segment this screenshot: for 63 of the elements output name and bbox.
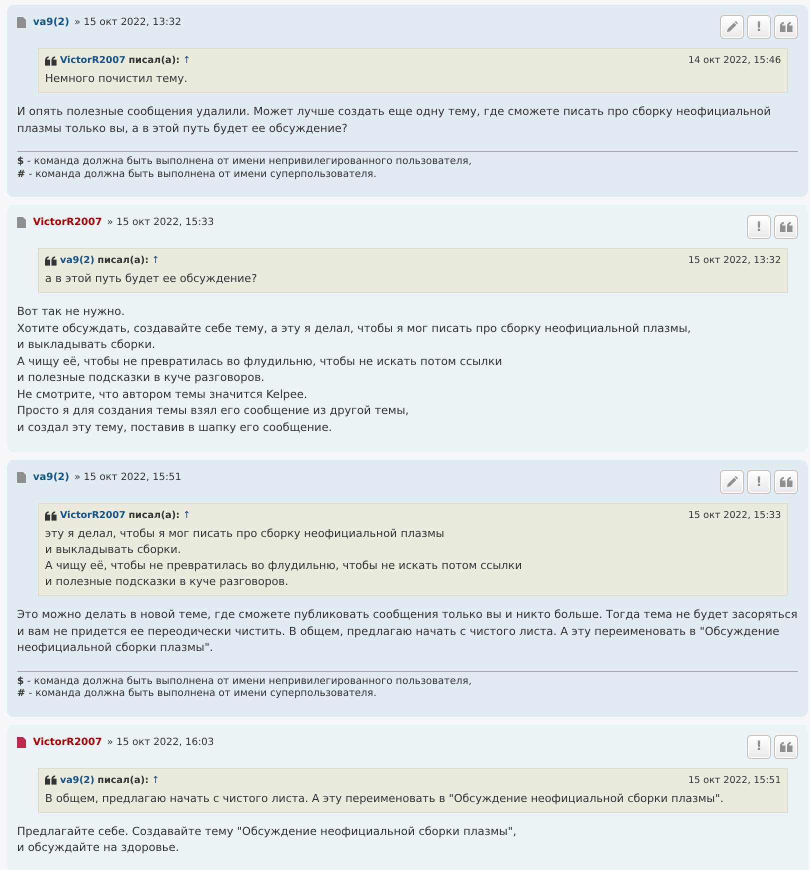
quote-text: эту я делал, чтобы я мог писать про сборку неофициальной плазмы — [45, 526, 446, 542]
quoted-author-link[interactable]: VictorR2007 — [60, 510, 126, 521]
post-date: » 15 окт 2022, 16:03 — [107, 736, 214, 748]
author-link[interactable]: VictorR2007 — [33, 217, 102, 228]
post-text: И опять полезные сообщения удалили. Может лучше создать еще одну тему, где сможете писать про сборку неофициальной плазмы только вы, а в этой путь будет ее обсуждение? — [17, 104, 772, 136]
quote-date: 14 окт 2022, 15:46 — [688, 55, 781, 66]
post-text: А чищу её, чтобы не превратилась во флудильню, чтобы не искать потом ссылки — [17, 354, 504, 370]
author-link[interactable]: va9(2) — [33, 472, 70, 483]
pencil-icon — [726, 21, 738, 33]
signature-text: $ - команда должна быть выполнена от имени непривилегированного пользователя, — [17, 156, 473, 168]
quote-label: писал(а): — [128, 55, 180, 66]
jump-link[interactable]: ↑ — [152, 774, 160, 786]
signature-text: # - команда должна быть выполнена от имени суперпользователя. — [17, 688, 378, 700]
quote-icon — [780, 22, 792, 32]
quote-text: а в этой путь будет ее обсуждение? — [45, 271, 258, 287]
quote-icon — [780, 742, 792, 752]
post-text: и обсуждайте на здоровье. — [17, 840, 180, 856]
signature-text: # - команда должна быть выполнена от имени суперпользователя. — [17, 168, 378, 181]
quote-label: писал(а): — [98, 255, 149, 266]
quote-icon — [45, 510, 57, 520]
quoted-author-link[interactable]: VictorR2007 — [60, 55, 126, 66]
quote-date: 15 окт 2022, 15:33 — [688, 510, 781, 521]
post-text: Предлагайте себе. Создавайте тему "Обсуждение неофициальной сборки плазмы", — [17, 824, 518, 840]
quoted-author-link[interactable]: va9(2) — [60, 255, 95, 266]
quoted-author-link[interactable]: va9(2) — [60, 774, 95, 786]
post-date: » 15 окт 2022, 13:32 — [74, 17, 182, 28]
quote-icon — [45, 775, 57, 785]
quote-button[interactable] — [774, 734, 798, 758]
post-text: Просто я для создания темы взял его сообщение из другой темы, — [17, 403, 410, 419]
post-text: Это можно делать в новой теме, где сможете публиковать сообщения только вы и никто больше. Тогда тема не будет засоряться и вам не придется ее переодически чистить. В общем, предлагаю начать с чистого листа. А эту переименовать в "Обсуждение неофициальной сборки плазмы". — [17, 607, 798, 656]
quote-button[interactable] — [774, 215, 798, 239]
quote-icon — [45, 56, 57, 66]
quote-button[interactable] — [774, 470, 798, 494]
quote-button[interactable] — [774, 15, 798, 39]
edit-button[interactable] — [720, 15, 744, 39]
quote-icon — [780, 222, 792, 232]
post-text: Вот так не нужно. — [17, 304, 126, 320]
jump-link[interactable]: ↑ — [182, 510, 191, 521]
quote-icon — [780, 477, 792, 487]
quote-text: и полезные подсказки в куче разговоров. — [45, 574, 290, 590]
post-date: » 15 окт 2022, 15:33 — [107, 217, 214, 228]
quote-text: А чищу её, чтобы не превратилась во флудильню, чтобы не искать потом ссылки — [45, 558, 523, 574]
quote-date: 15 окт 2022, 15:51 — [688, 774, 781, 786]
post-text: Не смотрите, что автором темы значится Kelpee. — [17, 386, 308, 402]
quote-label: писал(а): — [98, 774, 149, 786]
quote-label: писал(а): — [128, 510, 180, 521]
pencil-icon — [726, 476, 738, 488]
post-date: » 15 окт 2022, 15:51 — [74, 472, 182, 483]
author-link[interactable]: VictorR2007 — [33, 736, 102, 748]
signature-text: $ - команда должна быть выполнена от имени непривилегированного пользователя, — [17, 676, 473, 688]
author-link[interactable]: va9(2) — [33, 17, 70, 28]
quote-text: и выкладывать сборки. — [45, 542, 182, 558]
post-text: Хотите обсуждать, создавайте себе тему, а эту я делал, чтобы я мог писать про сборку неофициальной плазмы, — [17, 320, 692, 336]
jump-link[interactable]: ↑ — [152, 255, 160, 266]
post-text: и создал эту тему, поставив в шапку его сообщение. — [17, 420, 334, 436]
quote-date: 15 окт 2022, 13:32 — [688, 255, 781, 266]
post-text: и полезные подсказки в куче разговоров. — [17, 370, 266, 386]
quote-icon — [45, 256, 57, 266]
edit-button[interactable] — [720, 470, 744, 494]
jump-link[interactable]: ↑ — [182, 55, 191, 66]
quote-text: Немного почистил тему. — [45, 71, 188, 87]
quote-text: В общем, предлагаю начать с чистого листа. А эту переименовать в "Обсуждение неофициальной сборки плазмы". — [45, 790, 725, 806]
post-text: и выкладывать сборки. — [17, 337, 156, 353]
